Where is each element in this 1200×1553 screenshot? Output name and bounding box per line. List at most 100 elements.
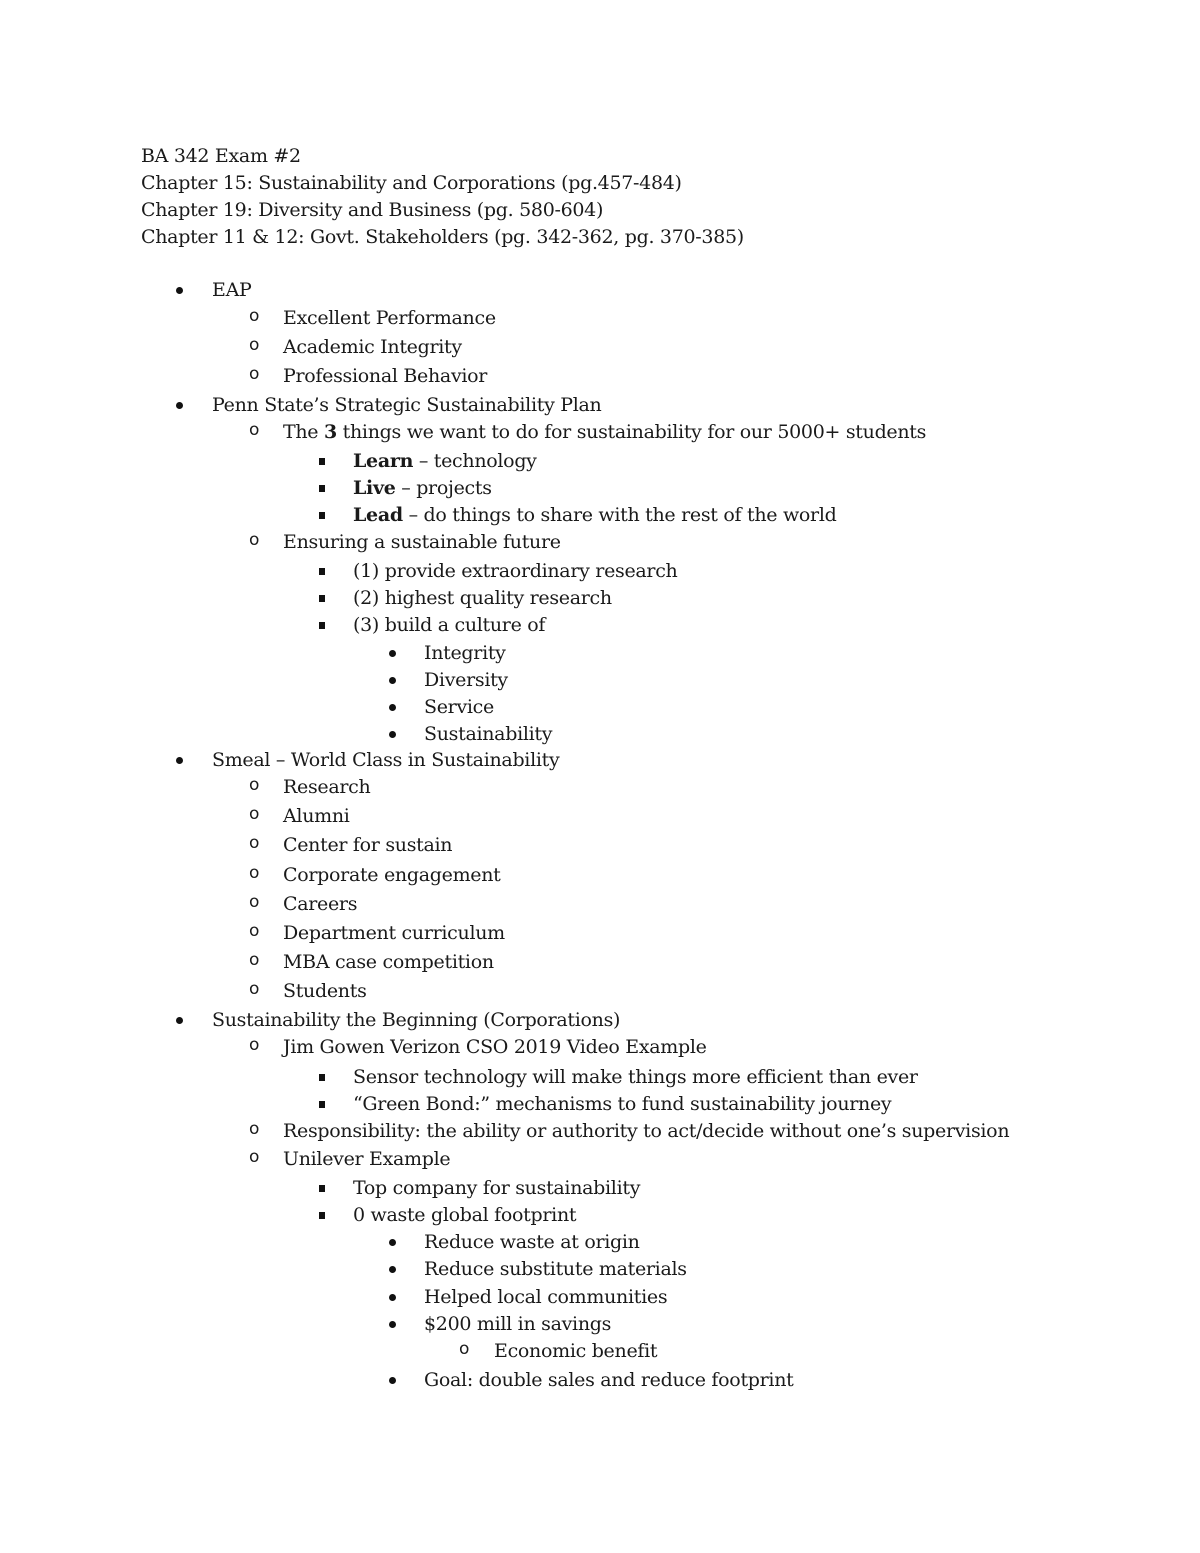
list-item: Helped local communities xyxy=(424,1284,668,1311)
list-item: “Green Bond:” mechanisms to fund sustain… xyxy=(353,1091,892,1118)
bullet-circle-icon: o xyxy=(249,921,260,941)
bullet-circle-icon: o xyxy=(249,364,260,384)
list-item: Diversity xyxy=(424,667,508,694)
list-item-text: MBA case competition xyxy=(283,951,494,973)
bullet-circle-icon: o xyxy=(249,306,260,326)
list-item: Penn State’s Strategic Sustainability Pl… xyxy=(212,392,602,419)
bullet-circle-icon: o xyxy=(249,530,260,550)
bullet-disc-icon xyxy=(389,1321,396,1328)
list-item: Corporate engagement xyxy=(283,862,501,889)
list-item-text: Research xyxy=(283,776,371,798)
list-item: Academic Integrity xyxy=(283,334,462,361)
list-item: (2) highest quality research xyxy=(353,585,612,612)
list-item: MBA case competition xyxy=(283,949,494,976)
bullet-circle-icon: o xyxy=(249,804,260,824)
list-item-text: Center for sustain xyxy=(283,834,453,856)
bullet-square-icon xyxy=(319,568,325,575)
bullet-square-icon xyxy=(319,458,325,465)
list-item: (1) provide extraordinary research xyxy=(353,558,678,585)
list-item: Top company for sustainability xyxy=(353,1175,640,1202)
bullet-circle-icon: o xyxy=(249,1119,260,1139)
bullet-disc-icon xyxy=(176,757,183,764)
list-item: Live – projects xyxy=(353,475,492,502)
list-item: Alumni xyxy=(283,803,350,830)
list-item: Reduce waste at origin xyxy=(424,1229,640,1256)
list-item: Responsibility: the ability or authority… xyxy=(283,1118,1010,1145)
list-item-text: Careers xyxy=(283,893,358,915)
bullet-disc-icon xyxy=(389,677,396,684)
list-item-text: Alumni xyxy=(283,805,350,827)
list-item-text: “Green Bond:” mechanisms to fund sustain… xyxy=(353,1093,892,1115)
list-item-text: Sustainability the Beginning (Corporatio… xyxy=(212,1009,621,1031)
bullet-square-icon xyxy=(319,622,325,629)
list-item: Sustainability the Beginning (Corporatio… xyxy=(212,1007,620,1034)
list-item-text: Reduce substitute materials xyxy=(424,1258,687,1280)
list-item: $200 mill in savings xyxy=(424,1311,611,1338)
chapter-line: Chapter 19: Diversity and Business (pg. … xyxy=(141,199,604,221)
list-item-text: The xyxy=(283,421,324,443)
list-item: Jim Gowen Verizon CSO 2019 Video Example xyxy=(283,1034,707,1061)
list-item: Learn – technology xyxy=(353,448,537,475)
list-item: (3) build a culture of xyxy=(353,612,545,639)
list-item: Excellent Performance xyxy=(283,305,496,332)
list-item: Ensuring a sustainable future xyxy=(283,529,561,556)
bullet-circle-icon: o xyxy=(249,863,260,883)
list-item-text: Integrity xyxy=(424,642,506,664)
bullet-circle-icon: o xyxy=(249,1035,260,1055)
list-item-text: – technology xyxy=(413,450,537,472)
bullet-square-icon xyxy=(319,1185,325,1192)
list-item: EAP xyxy=(212,277,252,304)
list-item: 0 waste global footprint xyxy=(353,1202,577,1229)
bullet-disc-icon xyxy=(389,1294,396,1301)
bullet-square-icon xyxy=(319,1074,325,1081)
bullet-circle-icon: o xyxy=(249,833,260,853)
bullet-disc-icon xyxy=(176,287,183,294)
bullet-square-icon xyxy=(319,485,325,492)
list-item-bold-text: Lead xyxy=(353,504,403,526)
list-item-text: Smeal – World Class in Sustainability xyxy=(212,749,560,771)
list-item-text: Academic Integrity xyxy=(283,336,462,358)
bullet-square-icon xyxy=(319,1101,325,1108)
bullet-disc-icon xyxy=(389,1239,396,1246)
list-item-text: – do things to share with the rest of th… xyxy=(402,504,837,526)
list-item-text: 0 waste global footprint xyxy=(353,1204,577,1226)
list-item: Students xyxy=(283,978,367,1005)
list-item: Service xyxy=(424,694,494,721)
bullet-circle-icon: o xyxy=(249,775,260,795)
list-item-text: things we want to do for sustainability … xyxy=(336,421,927,443)
list-item-text: Sustainability xyxy=(424,723,553,745)
list-item: Smeal – World Class in Sustainability xyxy=(212,747,560,774)
list-item-text: Jim Gowen Verizon CSO 2019 Video Example xyxy=(283,1036,707,1058)
chapter-line: Chapter 15: Sustainability and Corporati… xyxy=(141,172,682,194)
list-item-text: Ensuring a sustainable future xyxy=(283,531,561,553)
list-item-text: Professional Behavior xyxy=(283,365,488,387)
list-item: Sustainability xyxy=(424,721,552,748)
list-item-text: – projects xyxy=(395,477,492,499)
bullet-circle-icon: o xyxy=(249,1147,260,1167)
bullet-circle-icon: o xyxy=(249,335,260,355)
list-item-text: (1) provide extraordinary research xyxy=(353,560,678,582)
list-item-text: $200 mill in savings xyxy=(424,1313,612,1335)
bullet-square-icon xyxy=(319,512,325,519)
list-item: Lead – do things to share with the rest … xyxy=(353,502,837,529)
list-item-text: Reduce waste at origin xyxy=(424,1231,640,1253)
chapter-line: Chapter 11 & 12: Govt. Stakeholders (pg.… xyxy=(141,226,744,248)
list-item-text: Corporate engagement xyxy=(283,864,501,886)
list-item-text: Diversity xyxy=(424,669,508,691)
list-item-text: Top company for sustainability xyxy=(353,1177,641,1199)
bullet-square-icon xyxy=(319,1212,325,1219)
list-item: Research xyxy=(283,774,371,801)
list-item-bold-text: 3 xyxy=(324,421,337,443)
list-item-text: Students xyxy=(283,980,367,1002)
list-item: Integrity xyxy=(424,640,506,667)
bullet-disc-icon xyxy=(389,731,396,738)
list-item: Reduce substitute materials xyxy=(424,1256,687,1283)
list-item: Goal: double sales and reduce footprint xyxy=(424,1367,794,1394)
list-item-bold-text: Live xyxy=(353,477,396,499)
bullet-square-icon xyxy=(319,595,325,602)
bullet-disc-icon xyxy=(389,1266,396,1273)
bullet-disc-icon xyxy=(389,704,396,711)
bullet-disc-icon xyxy=(176,402,183,409)
list-item: Department curriculum xyxy=(283,920,505,947)
bullet-circle-icon: o xyxy=(249,950,260,970)
